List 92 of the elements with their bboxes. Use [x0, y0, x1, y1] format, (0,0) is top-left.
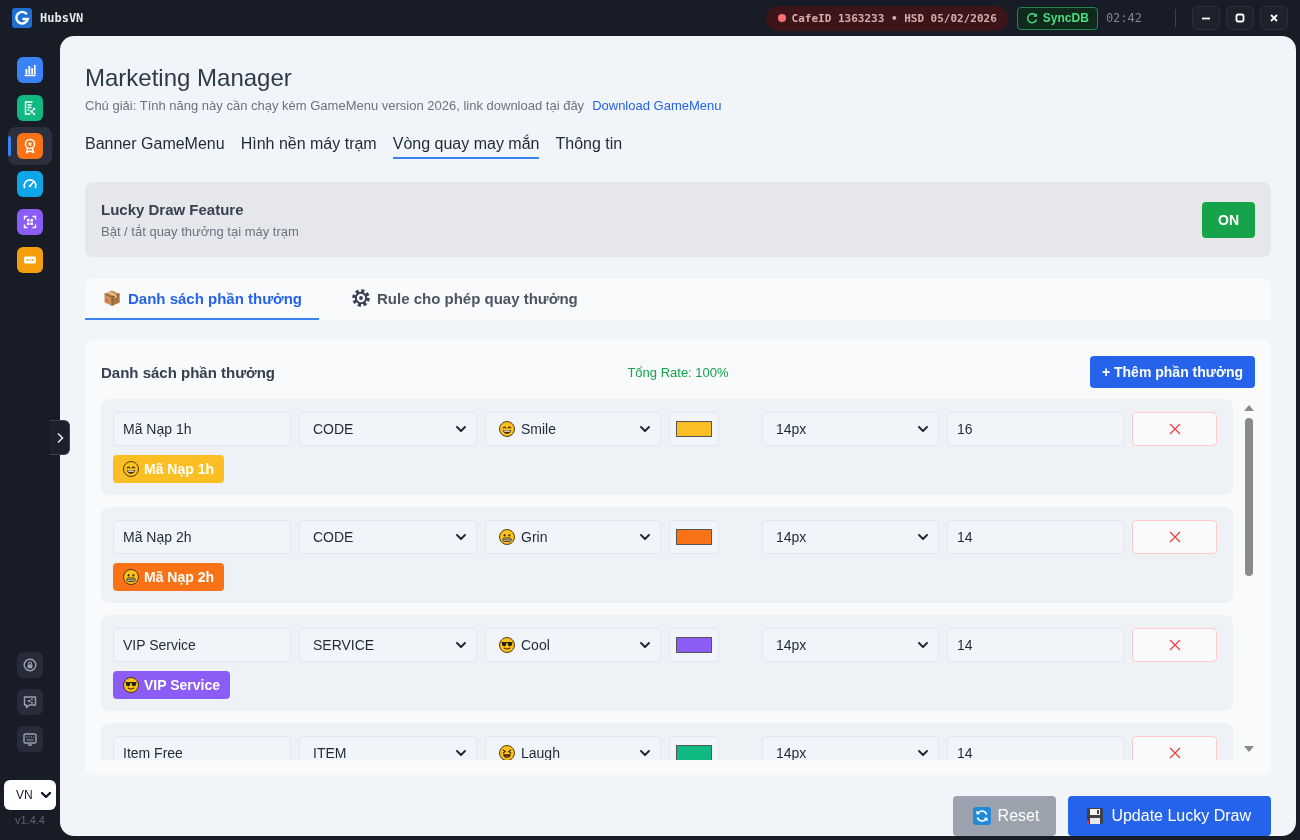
- total-rate-text: Tổng Rate: 100%: [627, 364, 729, 380]
- panel-title: Danh sách phần thưởng: [101, 363, 277, 381]
- emoji-select[interactable]: Grin: [485, 520, 661, 554]
- chevron-down-icon: [918, 642, 928, 648]
- refresh-arrows-icon: [972, 807, 991, 825]
- reward-tab[interactable]: Rule cho phép quay thưởng: [334, 278, 595, 320]
- maximize-icon: [1235, 13, 1245, 23]
- font-size-select[interactable]: 14px: [762, 520, 939, 554]
- app-name: HubsVN: [40, 11, 84, 25]
- font-size-select[interactable]: 14px: [762, 412, 939, 446]
- version-text: v1.4.4: [15, 813, 45, 827]
- license-text: CafeID 1363233 • HSD 05/02/2026: [791, 11, 997, 25]
- cross-icon: [1168, 531, 1181, 543]
- reward-tab[interactable]: Danh sách phần thưởng: [85, 278, 320, 320]
- close-icon: [1269, 13, 1279, 23]
- smiling-face-icon: [499, 421, 515, 437]
- page-tab[interactable]: Banner GameMenu: [85, 133, 225, 159]
- add-reward-button[interactable]: + Thêm phần thưởng: [1089, 356, 1255, 388]
- status-dot-icon: [777, 14, 786, 22]
- name-input[interactable]: Mã Nạp 2h: [113, 520, 291, 554]
- page-title: Marketing Manager: [85, 63, 293, 93]
- laughing-face-icon: [499, 745, 515, 760]
- preview-label: VIP Service: [144, 677, 221, 693]
- name-input[interactable]: Mã Nạp 1h: [113, 412, 291, 446]
- scrollbar-thumb[interactable]: [1245, 418, 1253, 576]
- smiling-face-icon: [123, 461, 139, 477]
- chevron-down-icon: [456, 426, 466, 432]
- grinning-face-icon: [499, 529, 515, 545]
- preview-label: Mã Nạp 2h: [144, 569, 214, 585]
- minimize-button[interactable]: [1192, 6, 1220, 30]
- language-select[interactable]: VN: [4, 780, 56, 810]
- logo-icon: [12, 8, 32, 28]
- note-text: Chú giải: Tính năng này cần chạy kèm GameMenu version 2026, link download tại đây: [85, 97, 585, 115]
- triangle-up-icon[interactable]: [1244, 405, 1254, 411]
- color-picker[interactable]: [669, 520, 719, 554]
- chevron-down-icon: [640, 534, 650, 540]
- lock-icon[interactable]: [17, 652, 43, 678]
- name-input[interactable]: VIP Service: [113, 628, 291, 662]
- rate-input[interactable]: 14: [947, 520, 1124, 554]
- chevron-down-icon: [918, 426, 928, 432]
- chat-share-icon[interactable]: [17, 689, 43, 715]
- rate-input[interactable]: 14: [947, 628, 1124, 662]
- gear-icon: [352, 289, 371, 307]
- clock: 02:42: [1105, 11, 1142, 25]
- chevron-down-icon: [918, 750, 928, 756]
- font-size-select[interactable]: 14px: [762, 628, 939, 662]
- type-select[interactable]: SERVICE: [299, 628, 477, 662]
- color-picker[interactable]: [669, 736, 719, 760]
- chevron-down-icon: [640, 426, 650, 432]
- page-tab[interactable]: Thông tin: [555, 133, 623, 159]
- rate-input[interactable]: 14: [947, 736, 1124, 760]
- sunglasses-face-icon: [499, 637, 515, 653]
- sidebar-toggle[interactable]: [50, 420, 70, 455]
- sync-button[interactable]: SyncDB: [1016, 6, 1098, 30]
- download-link[interactable]: Download GameMenu: [592, 97, 722, 115]
- rate-input[interactable]: 16: [947, 412, 1124, 446]
- sidebar-item[interactable]: [8, 127, 52, 165]
- sunglasses-face-icon: [123, 677, 139, 693]
- emoji-select[interactable]: Laugh: [485, 736, 661, 760]
- chevron-down-icon: [640, 642, 650, 648]
- chevron-down-icon: [640, 750, 650, 756]
- type-select[interactable]: ITEM: [299, 736, 477, 760]
- chevron-down-icon: [918, 534, 928, 540]
- font-size-select[interactable]: 14px: [762, 736, 939, 760]
- page-tab[interactable]: Hình nền máy trạm: [240, 133, 377, 159]
- cross-icon: [1168, 639, 1181, 651]
- chevron-down-icon: [456, 534, 466, 540]
- chevron-right-icon: [55, 431, 64, 444]
- cross-icon: [1168, 423, 1181, 435]
- refresh-icon: [1025, 12, 1038, 24]
- preview-label: Mã Nạp 1h: [144, 461, 214, 477]
- update-button[interactable]: Update Lucky Draw: [1068, 796, 1271, 836]
- type-select[interactable]: CODE: [299, 412, 477, 446]
- cross-icon: [1168, 747, 1181, 759]
- emoji-select[interactable]: Smile: [485, 412, 661, 446]
- triangle-down-icon[interactable]: [1244, 746, 1254, 752]
- feature-title: Lucky Draw Feature: [101, 200, 245, 220]
- page-tab[interactable]: Vòng quay may mắn: [392, 133, 540, 159]
- grinning-face-icon: [123, 569, 139, 585]
- feature-subtitle: Bật / tắt quay thưởng tại máy trạm: [101, 224, 299, 240]
- color-picker[interactable]: [669, 628, 719, 662]
- chevron-down-icon: [41, 792, 51, 798]
- maximize-button[interactable]: [1226, 6, 1254, 30]
- color-picker[interactable]: [669, 412, 719, 446]
- chevron-down-icon: [456, 642, 466, 648]
- close-button[interactable]: [1260, 6, 1288, 30]
- name-input[interactable]: Item Free: [113, 736, 291, 760]
- box-icon: [103, 289, 121, 307]
- type-select[interactable]: CODE: [299, 520, 477, 554]
- keyboard-icon[interactable]: [17, 726, 43, 752]
- emoji-select[interactable]: Cool: [485, 628, 661, 662]
- chevron-down-icon: [456, 750, 466, 756]
